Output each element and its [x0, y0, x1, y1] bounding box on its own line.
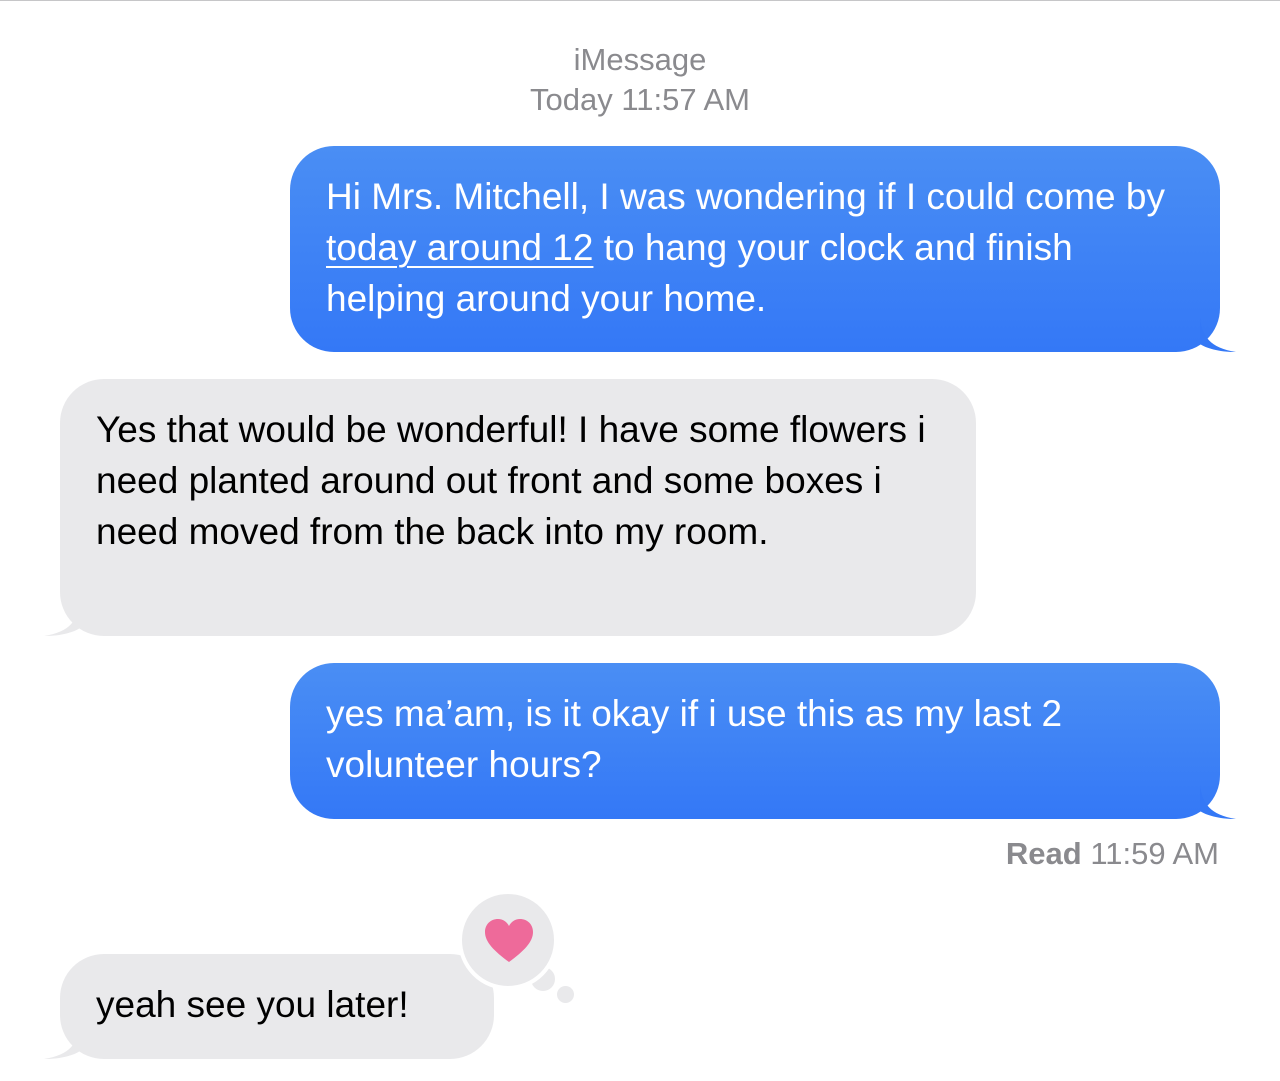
outgoing-message-bubble[interactable]: Hi Mrs. Mitchell, I was wondering if I c…: [290, 146, 1236, 352]
bubble-tail: [44, 1025, 80, 1059]
conversation-timestamp: Today 11:57 AM: [529, 82, 750, 117]
outgoing-message-bubble[interactable]: yes ma’am, is it okay if i use this as m…: [290, 663, 1236, 819]
top-divider: [0, 0, 1280, 1]
heart-icon: [485, 919, 533, 962]
conversation-header: iMessage Today 11:57 AM: [0, 40, 1280, 120]
message-text: yeah see you later!: [96, 984, 409, 1025]
read-time: 11:59 AM: [1090, 836, 1219, 871]
message-text: Hi Mrs. Mitchell, I was wondering if I c…: [326, 176, 1165, 319]
read-receipt: Read 11:59 AM: [1006, 834, 1219, 874]
date-link[interactable]: today around 12: [326, 227, 593, 268]
incoming-message-bubble[interactable]: yeah see you later!: [44, 954, 494, 1059]
bubble-tail: [1200, 785, 1236, 819]
service-label: iMessage: [573, 42, 707, 77]
bubble-tail: [44, 602, 80, 636]
message-text: yes ma’am, is it okay if i use this as m…: [326, 693, 1063, 785]
bubble-tail: [1200, 318, 1236, 352]
message-text: Yes that would be wonderful! I have some…: [96, 409, 926, 552]
incoming-message-bubble[interactable]: Yes that would be wonderful! I have some…: [44, 379, 976, 636]
tapback-bubble-dot: [557, 986, 574, 1003]
read-status: Read: [1005, 836, 1082, 871]
